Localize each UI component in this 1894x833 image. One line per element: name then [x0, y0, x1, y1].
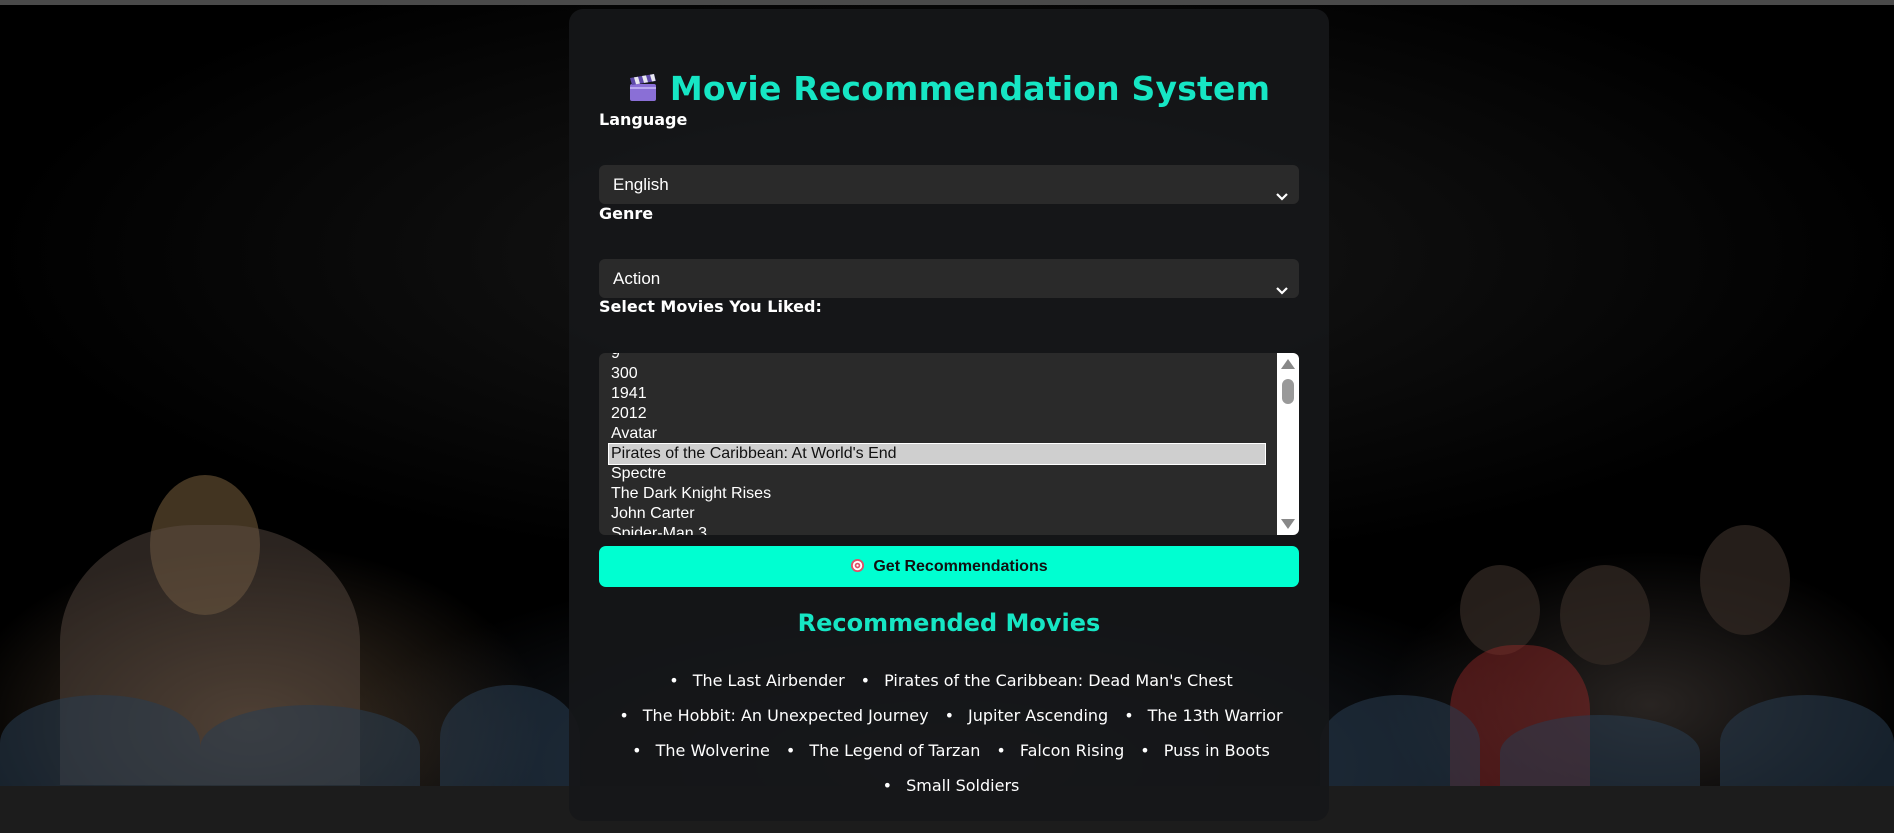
movie-option[interactable]: Spectre	[609, 464, 1265, 484]
theater-seat	[0, 695, 200, 791]
movies-list: 9 300 1941 2012 Avatar Pirates of the Caribbe…	[608, 353, 1266, 535]
theater-seat	[1320, 695, 1480, 791]
get-recommendations-label: Get Recommendations	[873, 558, 1048, 575]
audience-head	[1460, 565, 1540, 655]
recommended-movies-heading: Recommended Movies	[797, 609, 1101, 637]
language-label: Language	[599, 110, 688, 129]
movie-option[interactable]: 1941	[609, 384, 1265, 404]
page-title-text: Movie Recommendation System	[669, 69, 1271, 108]
theater-seat	[1500, 715, 1700, 791]
recommended-movie-item: The Hobbit: An Unexpected Journey	[615, 706, 929, 725]
chevron-down-icon	[1275, 178, 1289, 201]
theater-seat	[200, 705, 420, 791]
listbox-scrollbar[interactable]	[1277, 353, 1299, 535]
genre-label: Genre	[599, 204, 654, 223]
movie-option[interactable]: Spider-Man 3	[609, 524, 1265, 535]
recommendation-row: Small Soldiers	[569, 776, 1329, 795]
audience-head	[1700, 525, 1790, 635]
recommended-movie-item: Puss in Boots	[1136, 741, 1270, 760]
movie-option[interactable]: John Carter	[609, 504, 1265, 524]
recommendation-row: The Wolverine The Legend of Tarzan Falcon …	[569, 741, 1329, 760]
language-select-value: English	[613, 175, 669, 194]
scroll-up-arrow-icon[interactable]	[1281, 359, 1295, 369]
movie-option[interactable]: 9	[609, 353, 1265, 364]
genre-select[interactable]: Action	[599, 259, 1299, 298]
recommended-movie-item: Pirates of the Caribbean: Dead Man's Che…	[857, 671, 1233, 690]
clapperboard-icon	[628, 71, 658, 101]
movie-option[interactable]: The Dark Knight Rises	[609, 484, 1265, 504]
recommended-movie-item: The Legend of Tarzan	[782, 741, 980, 760]
genre-select-value: Action	[613, 269, 661, 288]
recommendation-row: The Hobbit: An Unexpected Journey Jupiter…	[569, 706, 1329, 725]
recommended-movie-item: The 13th Warrior	[1120, 706, 1283, 725]
chevron-down-icon	[1275, 272, 1289, 295]
language-select[interactable]: English	[599, 165, 1299, 204]
recommended-movie-item: Jupiter Ascending	[941, 706, 1108, 725]
scroll-thumb[interactable]	[1282, 379, 1294, 404]
movie-option[interactable]: 2012	[609, 404, 1265, 424]
get-recommendations-button[interactable]: Get Recommendations	[599, 546, 1299, 587]
movies-label: Select Movies You Liked:	[599, 297, 822, 316]
recommended-movie-item: Small Soldiers	[879, 776, 1019, 795]
target-icon	[850, 548, 865, 573]
recommendation-panel: Movie Recommendation System Language Eng…	[569, 9, 1329, 821]
theater-seat	[1720, 695, 1894, 791]
recommended-movie-item: The Wolverine	[628, 741, 770, 760]
recommendation-row: The Last Airbender Pirates of the Caribbe…	[569, 671, 1329, 690]
recommended-movie-item: The Last Airbender	[665, 671, 845, 690]
movie-option[interactable]: Pirates of the Caribbean: At World's End	[608, 443, 1266, 465]
theater-seat	[440, 685, 580, 791]
movies-multiselect[interactable]: 9 300 1941 2012 Avatar Pirates of the Caribbe…	[599, 353, 1299, 535]
audience-head	[1560, 565, 1650, 665]
movie-option[interactable]: 300	[609, 364, 1265, 384]
scroll-down-arrow-icon[interactable]	[1281, 519, 1295, 529]
recommended-movie-item: Falcon Rising	[992, 741, 1124, 760]
page-title: Movie Recommendation System	[569, 69, 1329, 108]
movie-option[interactable]: Avatar	[609, 424, 1265, 444]
